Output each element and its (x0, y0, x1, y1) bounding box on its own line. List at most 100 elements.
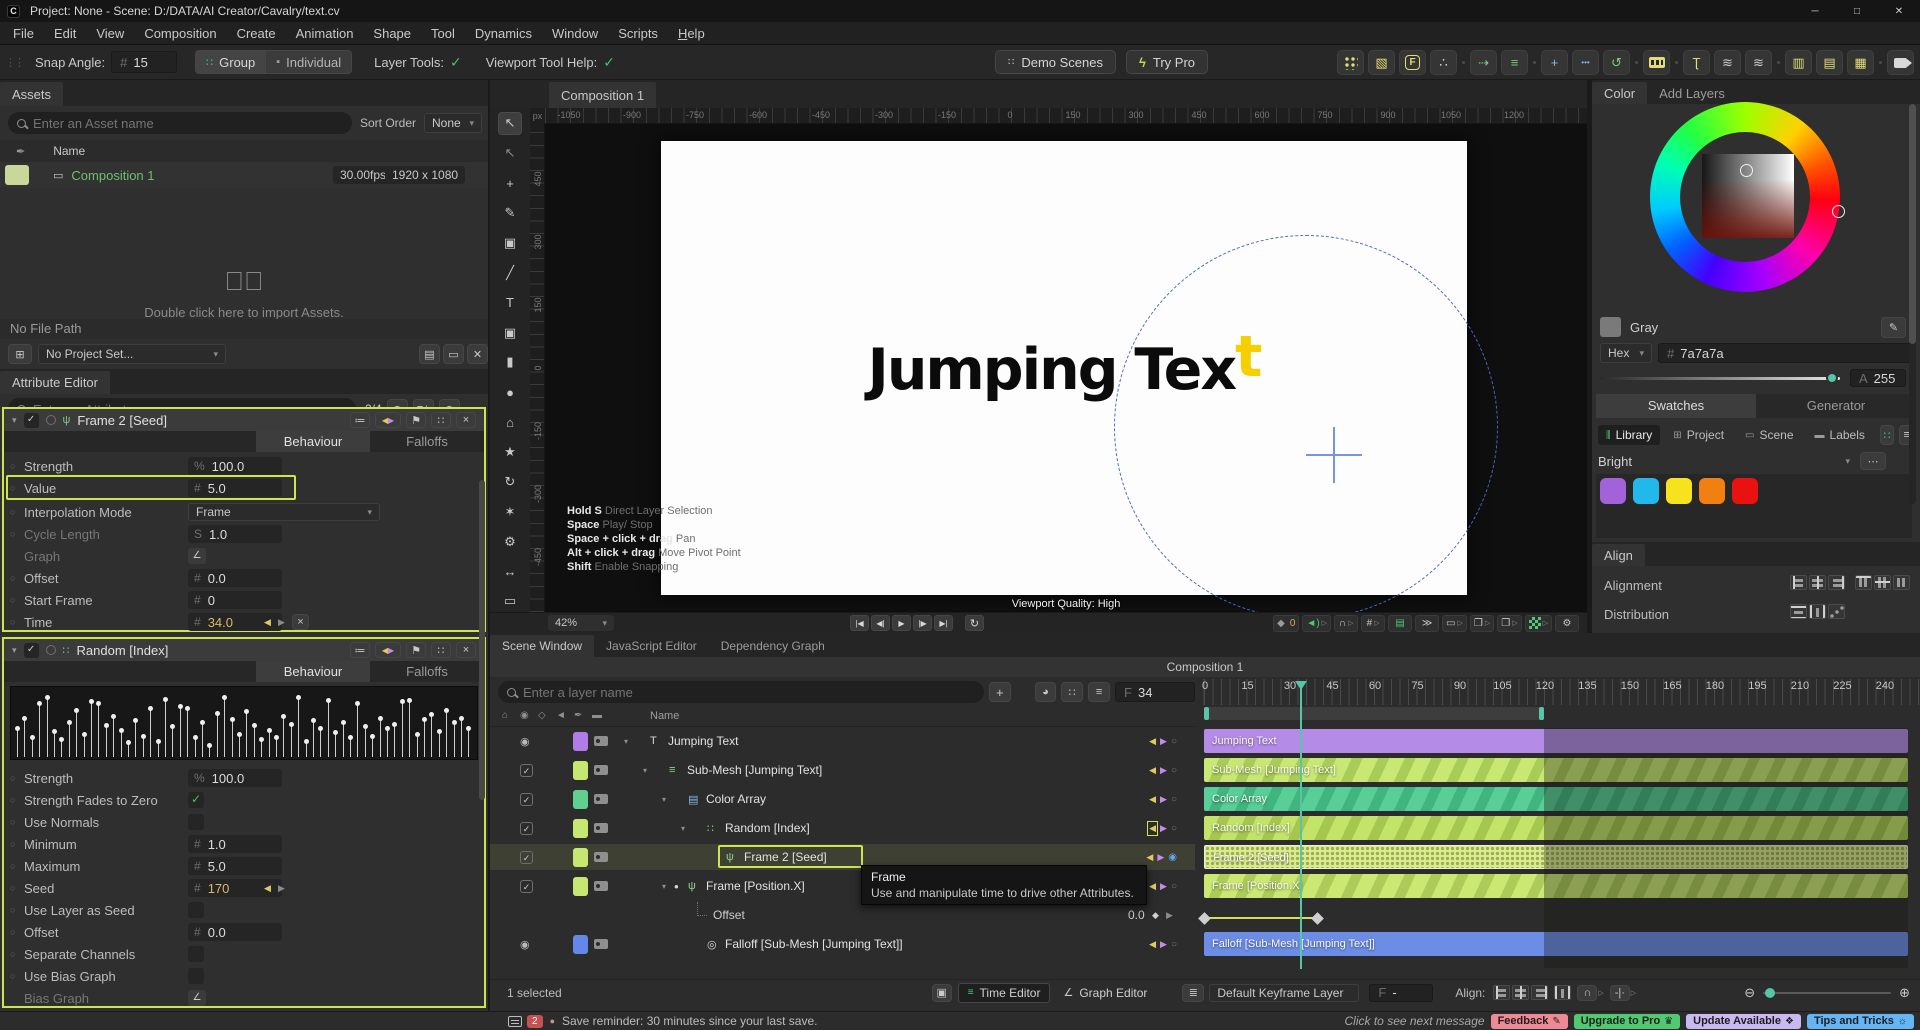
keyframe-f-icon[interactable]: F (1399, 50, 1426, 75)
individual-button[interactable]: ▪ Individual (266, 50, 352, 74)
key-prev-icon[interactable]: ◀ (264, 883, 271, 894)
timeline-bar-sub-mesh-jumping-text-[interactable]: Sub-Mesh [Jumping Text] (1204, 758, 1908, 782)
text-tool-icon[interactable]: T (498, 291, 522, 314)
enabled-checkbox[interactable]: ✓ (24, 643, 39, 658)
timeline-zoom-slider[interactable] (1763, 992, 1891, 994)
attribute-field[interactable]: #0.0 (188, 569, 282, 587)
keyframe-diamond[interactable] (1311, 912, 1324, 925)
demo-scenes-button[interactable]: ∷ Demo Scenes (995, 50, 1116, 74)
transparency-icon[interactable]: ▷ (1525, 615, 1552, 632)
key-prev-icon[interactable]: ◀ (264, 617, 271, 628)
tab-swatches[interactable]: Swatches (1596, 394, 1756, 418)
asset-color-swatch[interactable] (5, 165, 29, 185)
tab-dependency-graph[interactable]: Dependency Graph (709, 635, 837, 657)
attribute-checkbox[interactable] (188, 946, 204, 962)
graph-button[interactable]: ∠ (188, 548, 206, 564)
color-swatch[interactable] (1666, 478, 1692, 504)
capsule-tool-icon[interactable]: ▭ (498, 590, 522, 613)
connect-dot-icon[interactable]: ○ (10, 573, 24, 583)
step-back-icon[interactable]: ◀| (871, 615, 890, 631)
library-source-library[interactable]: ⫼Library (1598, 425, 1660, 445)
solo-radio[interactable] (46, 415, 56, 425)
skip-icon[interactable]: ≫ (1415, 615, 1439, 632)
attribute-section-header[interactable]: ▾✓∷Random [Index]≔◀▶⚑∷× (4, 639, 484, 661)
filmstrip-icon[interactable] (1643, 50, 1670, 75)
current-color-swatch[interactable] (1600, 317, 1621, 337)
connect-dot-icon[interactable]: ○ (10, 529, 24, 539)
attribute-field[interactable]: #0 (188, 591, 282, 609)
duplicates-icon[interactable]: ❐▷ (1497, 615, 1521, 632)
layer-tools-check-icon[interactable]: ✓ (450, 54, 462, 71)
work-area-start-handle[interactable] (1204, 707, 1209, 720)
alpha-slider[interactable] (1600, 377, 1840, 380)
stack-icon[interactable]: ❐▷ (1470, 615, 1494, 632)
tab-scene-window[interactable]: Scene Window (490, 635, 594, 657)
hex-value-field[interactable]: # 7a7a7a (1658, 343, 1912, 363)
color-swatch[interactable] (1699, 478, 1725, 504)
go-to-end-icon[interactable]: ▶| (934, 615, 953, 631)
message-icon[interactable] (508, 1016, 522, 1027)
width-tool-icon[interactable]: ↔ (498, 560, 522, 583)
dropper-icon[interactable]: ✒ (574, 710, 582, 721)
transform-tool-icon[interactable]: ▣ (498, 321, 522, 344)
tab-behaviour[interactable]: Behaviour (256, 661, 370, 682)
connect-dot-icon[interactable]: ○ (10, 795, 24, 805)
frame-bounds-icon[interactable]: ▭▷ (1442, 615, 1467, 632)
attribute-checkbox[interactable] (188, 814, 204, 830)
menu-dynamics[interactable]: Dynamics (465, 22, 542, 45)
align-layers-icon[interactable]: ≡ (1501, 50, 1528, 75)
box-select-icon[interactable] (1554, 985, 1571, 1000)
group-button[interactable]: ∷ Group (195, 50, 266, 74)
stagger-a-icon[interactable]: ≋ (1714, 50, 1741, 75)
panel-divider[interactable] (488, 80, 490, 1011)
menu-shape[interactable]: Shape (363, 22, 421, 45)
pan-tool-icon[interactable]: + (498, 172, 522, 195)
project-set-dropdown[interactable]: No Project Set...▾ (38, 344, 226, 364)
grid-icon[interactable]: #▷ (1361, 615, 1385, 632)
keyframe-layer-dropdown[interactable]: Default Keyframe Layer (1209, 984, 1359, 1002)
attribute-field[interactable]: #1.0 (188, 835, 282, 853)
viewport-composition-tab[interactable]: Composition 1 (549, 82, 656, 108)
revolve-tool-icon[interactable]: ↻ (498, 471, 522, 494)
close-icon[interactable]: × (456, 412, 476, 428)
frame-tag-badge[interactable]: ◆0 (1273, 615, 1299, 632)
align-top-icon[interactable] (1855, 575, 1872, 590)
connect-dot-icon[interactable]: ○ (10, 595, 24, 605)
connect-dot-icon[interactable]: ○ (10, 483, 24, 493)
tab-falloffs[interactable]: Falloffs (370, 431, 484, 452)
minimize-button[interactable]: ─ (1794, 0, 1836, 22)
magnet-icon[interactable]: ∩ (1577, 985, 1597, 1001)
menu-help[interactable]: Help (668, 22, 715, 45)
attribute-field[interactable]: #5.0 (188, 857, 282, 875)
maximize-button[interactable]: □ (1836, 0, 1878, 22)
play-icon[interactable]: ▶ (892, 615, 911, 631)
tag-icon[interactable]: ▬ (592, 710, 602, 721)
distribute-v-icon[interactable] (1809, 604, 1826, 619)
status-button-upgrade-to-pro[interactable]: Upgrade to Pro♛ (1574, 1014, 1680, 1029)
align-center-v-icon[interactable] (1874, 575, 1891, 590)
align-left-icon[interactable] (1493, 985, 1510, 1000)
add-layer-button[interactable]: + (989, 682, 1011, 702)
sv-cursor[interactable] (1740, 164, 1753, 177)
zoom-in-icon[interactable]: ⊕ (1899, 985, 1910, 1001)
status-button-tips-and-tricks[interactable]: Tips and Tricks☼ (1807, 1014, 1914, 1029)
eyedropper-button[interactable]: ✎ (1881, 317, 1906, 338)
direct-select-tool-icon[interactable]: ↖ (498, 142, 522, 165)
grid-view-button[interactable]: ∷ (1880, 425, 1895, 445)
columns-icon[interactable]: ▥ (1785, 50, 1812, 75)
library-source-labels[interactable]: ▬Labels (1807, 425, 1873, 445)
keyframe-layer-field[interactable]: F- (1369, 984, 1433, 1002)
blocks-icon[interactable]: ▦ (1847, 50, 1874, 75)
hue-cursor[interactable] (1832, 205, 1845, 218)
zoom-out-icon[interactable]: ⊖ (1744, 985, 1755, 1001)
color-swatch[interactable] (1732, 478, 1758, 504)
tab-color[interactable]: Color (1592, 82, 1647, 104)
clear-keyframe-icon[interactable]: × (292, 614, 309, 630)
select-tool-icon[interactable]: ↖ (498, 112, 522, 135)
sort-order-dropdown[interactable]: None▾ (424, 113, 482, 133)
color-swatch[interactable] (1600, 478, 1626, 504)
filter-settings-button[interactable]: ≡ (1088, 682, 1110, 702)
attribute-checkbox[interactable] (188, 902, 204, 918)
trash-icon[interactable]: ✕ (467, 344, 488, 364)
close-icon[interactable]: × (456, 642, 476, 658)
